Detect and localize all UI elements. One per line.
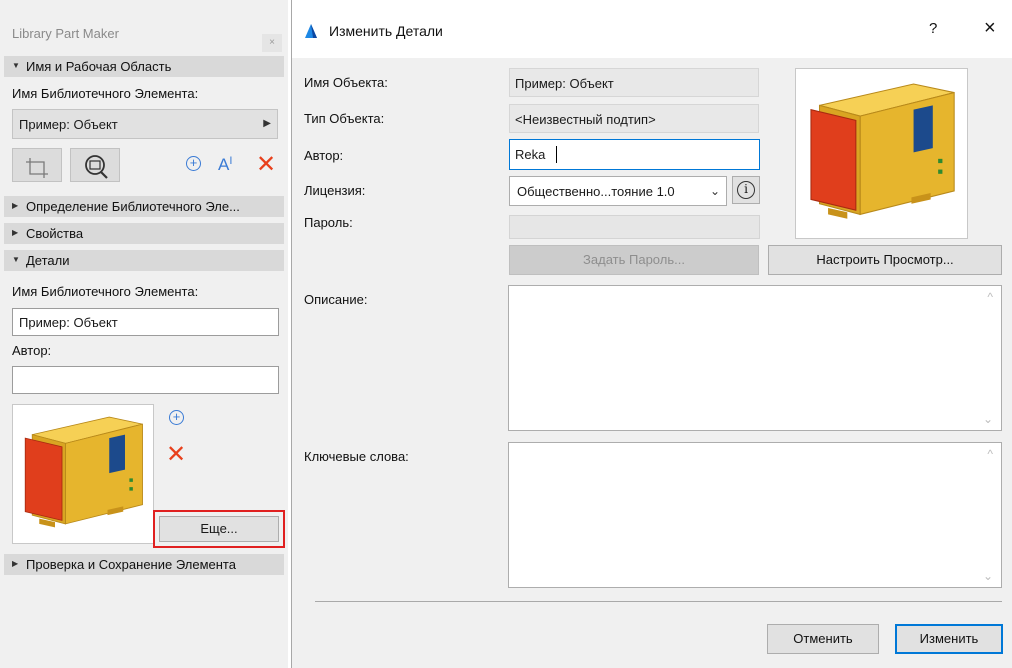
palette-titlebar: Library Part Maker × [0,14,288,54]
dropdown-value: Пример: Объект [19,117,118,132]
preview-thumbnail [12,404,154,544]
edit-details-dialog: Изменить Детали ? × Имя Объекта: Пример:… [291,0,1012,668]
section-properties[interactable]: ▶ Свойства [4,223,284,244]
section-label: Имя и Рабочая Область [26,59,172,74]
section-details[interactable]: ▼ Детали [4,250,284,271]
details-name-label: Имя Библиотечного Элемента: [12,284,199,299]
collapsed-triangle-icon: ▶ [12,228,19,237]
add-circle-icon[interactable]: + [186,156,201,171]
chevron-right-icon: ▶ [263,118,271,129]
description-label: Описание: [304,292,368,307]
section-label: Проверка и Сохранение Элемента [26,557,236,572]
highlight-frame: Еще... [153,510,285,548]
field-value: Пример: Объект [19,315,118,330]
section-label: Детали [26,253,70,268]
crop-button[interactable] [12,148,62,182]
object-name-label: Имя Объекта: [304,75,388,90]
author-label: Автор: [304,148,344,163]
details-author-label: Автор: [12,343,52,358]
details-author-field[interactable] [12,366,279,394]
license-select[interactable]: Общественно...тояние 1.0 ⌄ [509,176,727,206]
dialog-titlebar: Изменить Детали ? × [292,0,1012,58]
text-caret [556,146,557,163]
zoom-fit-icon [85,155,108,179]
password-field [509,215,760,239]
keywords-textarea[interactable]: ^ ⌄ [508,442,1002,588]
preview-image [795,68,968,239]
section-library-definition[interactable]: ▶ Определение Библиотечного Эле... [4,196,284,217]
divider [315,601,1002,602]
chevron-down-icon: ⌄ [709,184,720,198]
info-icon: i [737,181,755,199]
scroll-up-icon[interactable]: ^ [987,290,993,304]
scroll-up-icon[interactable]: ^ [987,447,993,461]
more-button[interactable]: Еще... [159,516,279,542]
delete-preview-icon[interactable]: ✕ [166,443,186,467]
help-button[interactable]: ? [929,20,937,37]
ac-unit-image [796,69,967,238]
palette-close-icon[interactable]: × [262,34,282,52]
zoom-fit-button[interactable] [70,148,120,182]
apply-button[interactable]: Изменить [895,624,1003,654]
scroll-down-icon[interactable]: ⌄ [983,412,993,426]
section-name-workspace[interactable]: ▼ Имя и Рабочая Область [4,56,284,77]
password-label: Пароль: [304,215,353,230]
section-label: Свойства [26,226,84,241]
expanded-triangle-icon: ▼ [12,61,20,70]
text-cursor-icon[interactable]: AI [218,155,232,175]
close-icon[interactable]: × [984,17,996,40]
details-name-field[interactable]: Пример: Объект [12,308,279,336]
field-value: Пример: Объект [515,76,614,91]
section-check-save[interactable]: ▶ Проверка и Сохранение Элемента [4,554,284,575]
library-part-maker-palette: Library Part Maker × ▼ Имя и Рабочая Обл… [0,0,288,668]
license-info-button[interactable]: i [732,176,760,204]
crop-icon [26,158,48,178]
description-textarea[interactable]: ^ ⌄ [508,285,1002,431]
object-type-label: Тип Объекта: [304,111,385,126]
field-value: <Неизвестный подтип> [515,112,656,127]
ac-unit-image [13,405,153,543]
archicad-logo-icon [305,24,317,38]
library-element-name-label: Имя Библиотечного Элемента: [12,86,199,101]
license-label: Лицензия: [304,183,366,198]
library-element-dropdown[interactable]: Пример: Объект ▶ [12,109,278,139]
object-type-field: <Неизвестный подтип> [509,104,759,133]
author-input[interactable]: Reka [509,139,760,170]
scroll-down-icon[interactable]: ⌄ [983,569,993,583]
palette-title: Library Part Maker [12,26,119,41]
keywords-label: Ключевые слова: [304,449,409,464]
select-value: Общественно...тояние 1.0 [517,184,675,199]
expanded-triangle-icon: ▼ [12,255,20,264]
set-password-button: Задать Пароль... [509,245,759,275]
delete-x-icon[interactable]: ✕ [256,153,276,177]
collapsed-triangle-icon: ▶ [12,559,19,568]
object-name-field: Пример: Объект [509,68,759,97]
add-preview-icon[interactable]: + [169,410,184,425]
dialog-title: Изменить Детали [329,23,443,39]
field-value: Reka [515,147,546,162]
collapsed-triangle-icon: ▶ [12,201,19,210]
section-label: Определение Библиотечного Эле... [26,199,240,214]
configure-preview-button[interactable]: Настроить Просмотр... [768,245,1002,275]
cancel-button[interactable]: Отменить [767,624,879,654]
